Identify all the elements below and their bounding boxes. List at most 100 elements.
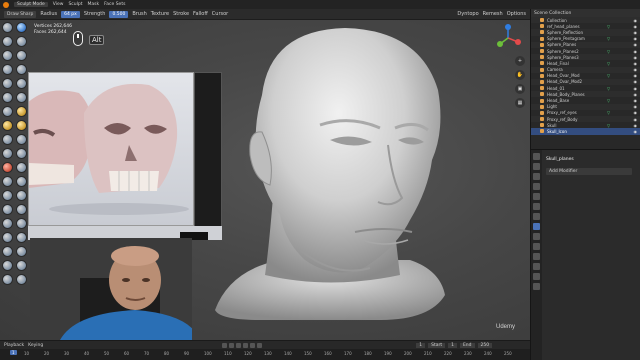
draw-face-sets-icon[interactable] bbox=[16, 204, 27, 215]
visibility-eye-icon[interactable]: ◉ bbox=[634, 18, 638, 23]
menu-cursor[interactable]: Cursor bbox=[212, 11, 228, 17]
color-filter-icon[interactable] bbox=[2, 246, 13, 257]
simplify-brush-icon[interactable] bbox=[16, 190, 27, 201]
boundary-brush-icon[interactable] bbox=[16, 176, 27, 187]
output-tab-icon[interactable] bbox=[533, 173, 540, 180]
scale-icon[interactable] bbox=[2, 274, 13, 285]
playhead[interactable]: 1 bbox=[10, 350, 17, 355]
radius-field[interactable]: 64 px bbox=[61, 10, 80, 18]
scrape-brush-icon[interactable] bbox=[2, 106, 13, 117]
rotate-brush-icon[interactable] bbox=[16, 162, 27, 173]
camera-view-icon[interactable]: ▣ bbox=[515, 84, 525, 94]
menu-mask[interactable]: Mask bbox=[88, 2, 100, 7]
world-tab-icon[interactable] bbox=[533, 203, 540, 210]
jump-start-icon[interactable] bbox=[222, 342, 228, 348]
slide-relax-brush-icon[interactable] bbox=[2, 176, 13, 187]
nudge-brush-icon[interactable] bbox=[2, 162, 13, 173]
lasso-mask-icon[interactable] bbox=[16, 218, 27, 229]
grid-icon[interactable]: ▦ bbox=[515, 98, 525, 108]
visibility-eye-icon[interactable]: ◉ bbox=[634, 36, 638, 41]
modifier-tab-icon[interactable] bbox=[533, 223, 540, 230]
clay-thumb-brush-icon[interactable] bbox=[2, 50, 13, 61]
move-icon[interactable] bbox=[2, 260, 13, 271]
menu-view[interactable]: View bbox=[53, 2, 64, 7]
outliner-row[interactable]: Skull_Icon ◉ bbox=[531, 128, 640, 135]
object-tab-icon[interactable] bbox=[533, 213, 540, 220]
fill-brush-icon[interactable] bbox=[16, 92, 27, 103]
texture-tab-icon[interactable] bbox=[533, 283, 540, 290]
tool-tab-icon[interactable] bbox=[533, 153, 540, 160]
clay-strips-brush-icon[interactable] bbox=[16, 36, 27, 47]
strength-field[interactable]: 0.500 bbox=[109, 10, 129, 18]
mode-selector[interactable]: Sculpt Mode bbox=[14, 2, 48, 7]
menu-brush[interactable]: Brush bbox=[132, 11, 146, 17]
navigation-gizmo[interactable] bbox=[494, 24, 522, 52]
jump-end-icon[interactable] bbox=[257, 342, 263, 348]
snake-hook-brush-icon[interactable] bbox=[16, 134, 27, 145]
visibility-eye-icon[interactable]: ◉ bbox=[634, 24, 638, 29]
menu-sculpt[interactable]: Sculpt bbox=[68, 2, 82, 7]
mesh-filter-icon[interactable] bbox=[2, 232, 13, 243]
material-tab-icon[interactable] bbox=[533, 273, 540, 280]
blob-brush-icon[interactable] bbox=[16, 64, 27, 75]
layer-brush-icon[interactable] bbox=[16, 50, 27, 61]
visibility-eye-icon[interactable]: ◉ bbox=[634, 61, 638, 66]
visibility-eye-icon[interactable]: ◉ bbox=[634, 55, 638, 60]
visibility-eye-icon[interactable]: ◉ bbox=[634, 79, 638, 84]
keying-menu[interactable]: Keying bbox=[28, 343, 43, 348]
box-mask-icon[interactable] bbox=[2, 218, 13, 229]
timeline-ruler[interactable]: 1 10 20 30 40 50 60 70 80 90 100 110 120… bbox=[0, 349, 530, 360]
draw-brush-icon[interactable] bbox=[2, 22, 13, 33]
menu-stroke[interactable]: Stroke bbox=[173, 11, 189, 17]
dyntopo-toggle[interactable]: Dyntopo bbox=[457, 11, 478, 17]
options-menu[interactable]: Options bbox=[507, 11, 526, 17]
elastic-deform-brush-icon[interactable] bbox=[2, 134, 13, 145]
next-key-icon[interactable] bbox=[250, 342, 256, 348]
constraints-tab-icon[interactable] bbox=[533, 253, 540, 260]
transform-icon[interactable] bbox=[16, 274, 27, 285]
brush-selector[interactable]: Draw Sharp bbox=[4, 10, 37, 18]
visibility-eye-icon[interactable]: ◉ bbox=[634, 67, 638, 72]
clay-brush-icon[interactable] bbox=[2, 36, 13, 47]
grab-brush-icon[interactable] bbox=[16, 120, 27, 131]
cloth-filter-icon[interactable] bbox=[16, 232, 27, 243]
render-tab-icon[interactable] bbox=[533, 163, 540, 170]
visibility-eye-icon[interactable]: ◉ bbox=[634, 42, 638, 47]
menu-texture[interactable]: Texture bbox=[151, 11, 169, 17]
inflate-brush-icon[interactable] bbox=[2, 64, 13, 75]
zoom-icon[interactable]: + bbox=[515, 56, 525, 66]
scene-tab-icon[interactable] bbox=[533, 193, 540, 200]
physics-tab-icon[interactable] bbox=[533, 243, 540, 250]
visibility-eye-icon[interactable]: ◉ bbox=[634, 86, 638, 91]
visibility-eye-icon[interactable]: ◉ bbox=[634, 30, 638, 35]
particles-tab-icon[interactable] bbox=[533, 233, 540, 240]
rotate-icon[interactable] bbox=[16, 260, 27, 271]
current-frame-field[interactable]: 1 bbox=[416, 342, 426, 348]
menu-face-sets[interactable]: Face Sets bbox=[104, 2, 125, 7]
view-layer-tab-icon[interactable] bbox=[533, 183, 540, 190]
pose-brush-icon[interactable] bbox=[16, 148, 27, 159]
start-frame-field[interactable]: 1 bbox=[448, 342, 457, 348]
blender-logo-icon[interactable] bbox=[3, 1, 9, 8]
edit-face-set-icon[interactable] bbox=[16, 246, 27, 257]
mask-brush-icon[interactable] bbox=[2, 204, 13, 215]
visibility-eye-icon[interactable]: ◉ bbox=[634, 98, 638, 103]
prev-key-icon[interactable] bbox=[229, 342, 235, 348]
remesh-menu[interactable]: Remesh bbox=[483, 11, 503, 17]
visibility-eye-icon[interactable]: ◉ bbox=[634, 92, 638, 97]
draw-sharp-brush-icon[interactable] bbox=[16, 22, 27, 33]
pan-hand-icon[interactable]: ✋ bbox=[515, 70, 525, 80]
menu-falloff[interactable]: Falloff bbox=[193, 11, 208, 17]
thumb-brush-icon[interactable] bbox=[2, 148, 13, 159]
playback-menu[interactable]: Playback bbox=[4, 343, 24, 348]
visibility-eye-icon[interactable]: ◉ bbox=[634, 110, 638, 115]
data-tab-icon[interactable] bbox=[533, 263, 540, 270]
visibility-eye-icon[interactable]: ◉ bbox=[634, 123, 638, 128]
end-frame-field[interactable]: 250 bbox=[477, 342, 493, 348]
play-icon[interactable] bbox=[243, 342, 249, 348]
flatten-brush-icon[interactable] bbox=[2, 92, 13, 103]
visibility-eye-icon[interactable]: ◉ bbox=[634, 117, 638, 122]
smooth-brush-icon[interactable] bbox=[16, 78, 27, 89]
crease-brush-icon[interactable] bbox=[2, 78, 13, 89]
visibility-eye-icon[interactable]: ◉ bbox=[634, 104, 638, 109]
